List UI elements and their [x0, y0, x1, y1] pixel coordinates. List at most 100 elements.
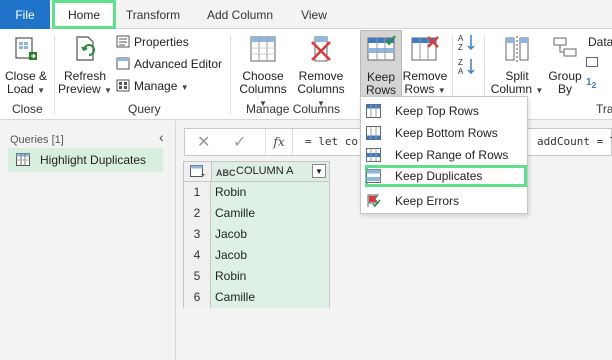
row-number: 1 [183, 182, 211, 203]
menu-item-label: Keep Duplicates [395, 169, 483, 183]
keep-rows-menu: Keep Top Rows Keep Bottom Rows Keep Rang… [360, 96, 528, 214]
menu-item-label: Keep Top Rows [395, 104, 479, 118]
text-type-icon[interactable]: ABC [216, 164, 236, 183]
commit-icon[interactable]: ✓ [233, 132, 246, 152]
tab-transform[interactable]: Transform [118, 0, 188, 29]
divider [230, 35, 231, 115]
menu-item-keep-range-of-rows[interactable]: Keep Range of Rows [361, 144, 527, 166]
row-number: 2 [183, 203, 211, 224]
chevron-down-icon: ▼ [535, 86, 544, 95]
chevron-down-icon: ▼ [104, 86, 112, 95]
keep-errors-icon [367, 194, 381, 208]
collapse-pane-icon[interactable]: ‹ [159, 129, 164, 145]
formula-input-visible-tail[interactable]: addCount = T [537, 129, 612, 155]
column-header-label: COLUMN A [236, 165, 294, 177]
group-label-transform: Tra [596, 102, 612, 116]
data-type-label: Data [588, 35, 612, 49]
tab-file[interactable]: File [0, 0, 50, 29]
table-icon [16, 153, 30, 166]
refresh-preview-button[interactable]: Refresh Preview ▼ [58, 29, 112, 99]
data-type-button[interactable]: Data [588, 34, 612, 50]
svg-text:Z: Z [458, 58, 463, 67]
query-item-label: Highlight Duplicates [40, 153, 147, 167]
remove-rows-button[interactable]: Remove Rows ▼ [402, 29, 448, 99]
remove-rows-label-2: Rows ▼ [404, 82, 446, 96]
menu-item-label: Keep Range of Rows [395, 148, 509, 162]
remove-columns-icon [311, 36, 331, 62]
divider [54, 35, 55, 115]
refresh-icon [76, 36, 95, 61]
table-row[interactable]: 2 Camille [183, 203, 330, 224]
grid-header: ABC COLUMN A ▼ [183, 161, 330, 182]
table-row[interactable]: 5 Robin [183, 266, 330, 287]
row-number: 3 [183, 224, 211, 245]
keep-bottom-rows-icon [366, 126, 381, 140]
table-cell[interactable]: Jacob [211, 245, 330, 266]
menu-item-label: Keep Bottom Rows [395, 126, 498, 140]
query-item-highlight-duplicates[interactable]: Highlight Duplicates [8, 148, 163, 172]
table-cell[interactable]: Robin [211, 182, 330, 203]
queries-pane: Queries [1] ‹ Highlight Duplicates [0, 121, 176, 360]
advanced-editor-button[interactable]: Advanced Editor [116, 56, 222, 72]
group-by-label-2: By [557, 82, 572, 96]
insert-function-button[interactable]: fx [265, 129, 293, 155]
menu-item-keep-top-rows[interactable]: Keep Top Rows [361, 100, 527, 122]
remove-columns-button[interactable]: Remove Columns ▼ [292, 29, 350, 108]
close-load-icon [15, 37, 37, 60]
remove-rows-icon [411, 36, 439, 61]
formula-input[interactable]: = let co [305, 129, 358, 155]
chevron-down-icon: ▼ [37, 86, 45, 95]
table-cell[interactable]: Robin [211, 266, 330, 287]
table-menu-button[interactable] [184, 162, 212, 181]
table-row[interactable]: 3 Jacob [183, 224, 330, 245]
group-by-button[interactable]: Group By [546, 29, 584, 99]
column-header-column-a[interactable]: ABC COLUMN A ▼ [212, 162, 329, 181]
menu-item-label: Keep Errors [395, 194, 460, 208]
properties-button[interactable]: Properties [116, 34, 189, 50]
chevron-down-icon: ▼ [437, 86, 446, 95]
group-label-query: Query [128, 102, 161, 116]
table-row[interactable]: 4 Jacob [183, 245, 330, 266]
close-load-button[interactable]: Close & Load ▼ [2, 29, 50, 99]
table-cell[interactable]: Jacob [211, 224, 330, 245]
table-cell[interactable]: Camille [211, 287, 330, 308]
refresh-label-2: Preview ▼ [58, 82, 112, 96]
keep-duplicates-icon [366, 169, 381, 183]
row-number: 5 [183, 266, 211, 287]
row-number: 6 [183, 287, 211, 308]
cancel-icon[interactable]: ✕ [197, 132, 210, 152]
manage-icon [116, 79, 130, 92]
table-row[interactable]: 1 Robin [183, 182, 330, 203]
group-label-close: Close [12, 102, 43, 116]
table-row[interactable]: 6 Camille [183, 287, 330, 308]
properties-label: Properties [134, 35, 189, 49]
menu-item-keep-bottom-rows[interactable]: Keep Bottom Rows [361, 122, 527, 144]
keep-top-rows-icon [366, 104, 381, 118]
row-number: 4 [183, 245, 211, 266]
table-icon [190, 165, 205, 177]
keep-rows-button[interactable]: Keep Rows ▼ [360, 30, 402, 109]
tab-view[interactable]: View [292, 0, 336, 29]
keep-range-icon [366, 148, 381, 162]
sort-descending-icon[interactable]: Z A [458, 57, 476, 75]
group-label-manage-columns: Manage Columns [246, 102, 341, 116]
replace-values-icon[interactable]: 12 [586, 77, 600, 91]
manage-button[interactable]: Manage ▼ [116, 78, 189, 96]
choose-columns-icon [250, 36, 276, 62]
svg-text:A: A [458, 34, 464, 43]
close-load-label-2: Load ▼ [7, 82, 45, 96]
use-first-row-icon[interactable] [586, 57, 598, 67]
menu-item-keep-duplicates[interactable]: Keep Duplicates [365, 165, 527, 187]
menu-item-keep-errors[interactable]: Keep Errors [361, 190, 527, 212]
sort-ascending-icon[interactable]: A Z [458, 33, 476, 51]
choose-columns-button[interactable]: Choose Columns ▼ [234, 29, 292, 108]
manage-label: Manage [134, 79, 178, 93]
svg-text:Z: Z [458, 43, 463, 51]
ribbon-tab-bar: File Home Transform Add Column View [0, 0, 612, 29]
filter-dropdown-icon[interactable]: ▼ [312, 164, 326, 178]
tab-home[interactable]: Home [52, 0, 116, 29]
table-cell[interactable]: Camille [211, 203, 330, 224]
split-column-icon [505, 36, 529, 62]
tab-add-column[interactable]: Add Column [198, 0, 282, 29]
split-column-button[interactable]: Split Column ▼ [488, 29, 546, 99]
